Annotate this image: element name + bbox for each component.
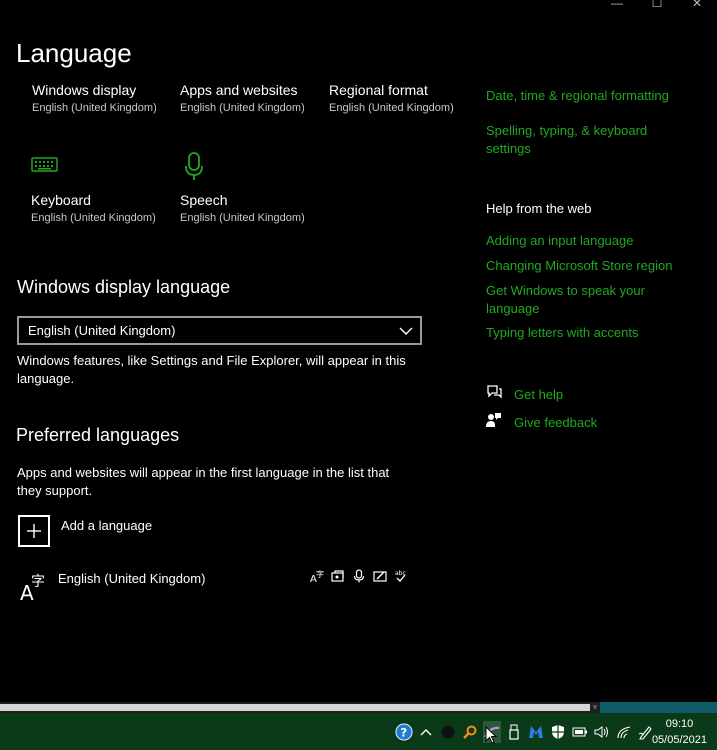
help-link-speak-your-language[interactable]: Get Windows to speak your language [486,282,666,318]
search-app-icon[interactable] [461,721,479,743]
usb-icon[interactable] [505,721,523,743]
mouse-cursor-icon [485,725,498,749]
tile-apps-websites[interactable]: Apps and websites English (United Kingdo… [180,82,320,114]
language-item[interactable]: A字 English (United Kingdom) A字 abc [18,568,410,608]
spelling-typing-keyboard-link[interactable]: Spelling, typing, & keyboard settings [486,122,666,158]
tile-title: Windows display [32,82,137,98]
handwriting-icon [371,568,389,584]
tile-subtitle: English (United Kingdom) [180,212,305,224]
microphone-icon [184,152,204,187]
battery-icon[interactable] [571,721,589,743]
tile-speech[interactable]: Speech English (United Kingdom) [180,152,320,224]
tile-subtitle: English (United Kingdom) [31,212,156,224]
shield-icon[interactable] [549,721,567,743]
language-features: A字 abc [308,568,410,584]
clock-date: 05/05/2021 [651,734,707,746]
background-window-strip [600,702,717,713]
tile-keyboard[interactable]: Keyboard English (United Kingdom) [31,157,171,224]
language-glyph-icon: A字 [20,571,48,608]
chevron-down-icon [392,327,420,335]
system-tray: ? [395,713,655,750]
tile-regional-format[interactable]: Regional format English (United Kingdom) [329,82,469,114]
spell-check-icon: abc [392,568,410,584]
display-language-description: Windows features, like Settings and File… [17,353,406,386]
get-help-label: Get help [514,387,564,402]
tile-subtitle: English (United Kingdom) [32,102,157,114]
taskbar-clock[interactable]: 09:10 05/05/2021 [652,716,707,748]
date-time-regional-link[interactable]: Date, time & regional formatting [486,87,696,105]
wifi-icon[interactable] [615,721,633,743]
display-language-icon: A字 [308,568,326,584]
svg-text:字: 字 [31,574,45,590]
help-link-adding-input-language[interactable]: Adding an input language [486,232,696,250]
preferred-languages-heading: Preferred languages [16,425,180,445]
keyboard-icon [31,156,59,179]
malwarebytes-icon[interactable] [527,721,545,743]
page-title: Language [16,38,132,68]
clock-time: 09:10 [665,718,694,730]
give-feedback-label: Give feedback [514,415,598,430]
volume-icon[interactable] [593,721,611,743]
display-language-heading: Windows display language [17,277,231,297]
tile-title: Regional format [329,82,428,98]
tile-subtitle: English (United Kingdom) [329,102,454,114]
give-feedback-link[interactable]: Give feedback [486,412,597,433]
preferred-languages-description: Apps and websites will appear in the fir… [17,465,390,498]
close-button[interactable]: ✕ [677,0,717,12]
add-language-button[interactable]: Add a language [18,515,152,547]
minimize-button[interactable]: — [597,0,637,12]
window-controls: — ☐ ✕ [597,0,717,12]
get-help-icon [486,384,502,405]
circle-icon[interactable] [439,721,457,743]
get-help-link[interactable]: Get help [486,384,563,405]
speech-recognition-icon [350,568,368,584]
svg-text:字: 字 [316,569,324,579]
taskbar: ? 09:10 05/05/2021 [0,713,717,750]
svg-text:?: ? [400,725,407,739]
tile-windows-display[interactable]: Windows display English (United Kingdom) [32,82,172,114]
dropdown-value: English (United Kingdom) [28,323,176,338]
help-link-typing-accents[interactable]: Typing letters with accents [486,324,696,342]
language-name: English (United Kingdom) [58,571,206,586]
maximize-button[interactable]: ☐ [637,0,677,12]
help-from-web-heading: Help from the web [486,201,592,216]
tile-title: Apps and websites [180,82,298,98]
horizontal-scrollbar[interactable]: ▼ [0,702,717,713]
text-to-speech-icon [329,568,347,584]
chevron-up-icon[interactable] [417,721,435,743]
tile-subtitle: English (United Kingdom) [180,102,305,114]
add-language-label: Add a language [61,518,153,533]
scroll-down-icon[interactable]: ▼ [590,702,600,713]
feedback-icon [486,412,502,433]
scrollbar-thumb[interactable] [0,704,590,711]
tile-title: Speech [180,192,228,208]
plus-icon [18,515,50,547]
help-link-changing-store-region[interactable]: Changing Microsoft Store region [486,257,696,275]
tile-title: Keyboard [31,192,91,208]
help-icon[interactable]: ? [395,721,413,743]
display-language-dropdown[interactable]: English (United Kingdom) [17,316,422,345]
